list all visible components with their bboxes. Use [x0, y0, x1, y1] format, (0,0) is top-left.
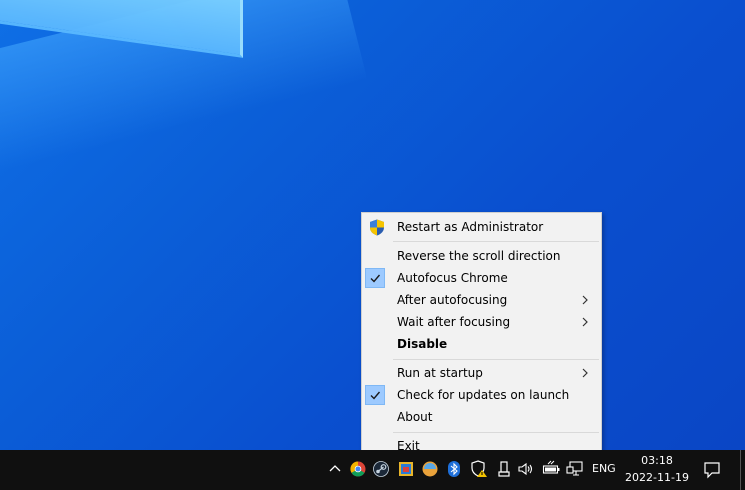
chrome-icon[interactable] — [349, 460, 367, 478]
submenu-arrow-icon — [582, 368, 588, 378]
language-indicator[interactable]: ENG — [592, 462, 616, 475]
menu-item-check-updates[interactable]: Check for updates on launch — [363, 384, 600, 406]
menu-item-autofocus-chrome[interactable]: Autofocus Chrome — [363, 267, 600, 289]
check-indicator — [365, 385, 385, 405]
menu-item-label: About — [397, 410, 433, 424]
security-warning-icon[interactable] — [470, 460, 488, 478]
uac-shield-icon — [370, 219, 384, 236]
checkmark-icon — [370, 391, 381, 400]
menu-separator — [393, 359, 599, 360]
check-indicator — [365, 268, 385, 288]
menu-item-label: After autofocusing — [397, 293, 508, 307]
menu-separator — [393, 432, 599, 433]
clock[interactable]: 03:18 2022-11-19 — [622, 452, 692, 486]
menu-item-label: Restart as Administrator — [397, 220, 544, 234]
menu-item-label: Disable — [397, 337, 448, 351]
menu-item-reverse-scroll[interactable]: Reverse the scroll direction — [363, 245, 600, 267]
network-icon[interactable] — [566, 460, 584, 478]
app-icon[interactable] — [397, 460, 415, 478]
menu-item-label: Check for updates on launch — [397, 388, 570, 402]
menu-item-label: Autofocus Chrome — [397, 271, 508, 285]
bluetooth-icon[interactable] — [445, 460, 463, 478]
submenu-arrow-icon — [582, 317, 588, 327]
menu-item-after-autofocusing[interactable]: After autofocusing — [363, 289, 600, 311]
tray-context-menu: Restart as Administrator Reverse the scr… — [361, 212, 602, 459]
battery-icon[interactable] — [542, 460, 560, 478]
steam-icon[interactable] — [372, 460, 390, 478]
menu-item-disable[interactable]: Disable — [363, 333, 600, 355]
menu-separator — [393, 241, 599, 242]
menu-item-about[interactable]: About — [363, 406, 600, 428]
menu-item-label: Reverse the scroll direction — [397, 249, 561, 263]
menu-item-run-at-startup[interactable]: Run at startup — [363, 362, 600, 384]
cloud-app-icon[interactable] — [421, 460, 439, 478]
taskbar: ENG 03:18 2022-11-19 — [0, 450, 745, 490]
show-desktop-button[interactable] — [740, 450, 741, 490]
checkmark-icon — [370, 274, 381, 283]
volume-icon[interactable] — [517, 460, 535, 478]
usb-eject-icon[interactable] — [495, 460, 513, 478]
submenu-arrow-icon — [582, 295, 588, 305]
menu-item-wait-after-focusing[interactable]: Wait after focusing — [363, 311, 600, 333]
clock-time: 03:18 — [641, 454, 673, 467]
clock-date: 2022-11-19 — [625, 471, 689, 484]
notification-icon[interactable] — [703, 461, 721, 479]
menu-item-label: Wait after focusing — [397, 315, 511, 329]
chevron-up-icon[interactable] — [326, 460, 344, 478]
menu-item-label: Run at startup — [397, 366, 483, 380]
menu-item-restart-admin[interactable]: Restart as Administrator — [363, 216, 600, 238]
